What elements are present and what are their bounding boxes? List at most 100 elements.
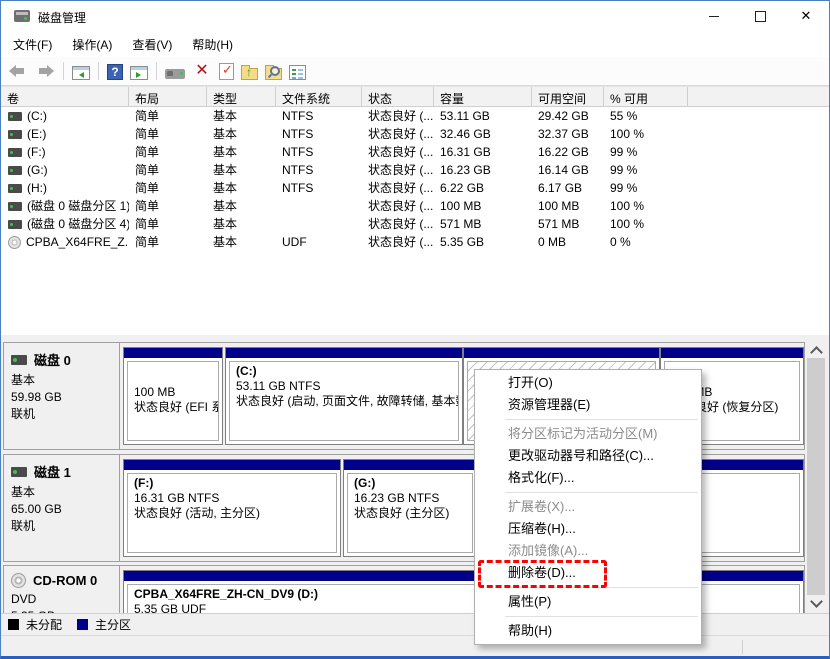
menu-item-properties[interactable]: 属性(P): [475, 591, 701, 613]
column-header-status[interactable]: 状态: [362, 87, 434, 106]
partition-color-band: [124, 460, 340, 470]
column-header-volume[interactable]: 卷: [1, 87, 129, 106]
volume-icon: [8, 202, 22, 211]
legend-bar: 未分配 主分区: [1, 613, 829, 635]
close-button[interactable]: ✕: [783, 1, 829, 31]
partition-c[interactable]: (C:) 53.11 GB NTFS 状态良好 (启动, 页面文件, 故障转储,…: [225, 347, 463, 445]
menu-item-shrink-volume[interactable]: 压缩卷(H)...: [475, 518, 701, 540]
column-header-capacity[interactable]: 容量: [434, 87, 532, 106]
menu-item-help[interactable]: 帮助(H): [475, 620, 701, 642]
toolbar-separator: [156, 62, 157, 80]
legend-primary-swatch: [77, 619, 88, 630]
partition-color-band: [344, 460, 476, 470]
app-drive-icon: [14, 10, 30, 22]
menu-help[interactable]: 帮助(H): [182, 31, 243, 58]
cd-icon: [11, 573, 26, 588]
maximize-icon: [755, 11, 766, 22]
partition-color-band: [124, 348, 222, 358]
table-row[interactable]: (C:) 简单 基本 NTFS 状态良好 (... 53.11 GB 29.42…: [1, 107, 829, 125]
partition-color-band: [226, 348, 462, 358]
table-row[interactable]: (磁盘 0 磁盘分区 1) 简单 基本 状态良好 (... 100 MB 100…: [1, 197, 829, 215]
toolbar-separator: [98, 62, 99, 80]
menu-separator: [505, 492, 698, 493]
check-document-icon[interactable]: ✓: [219, 63, 234, 80]
table-row[interactable]: (磁盘 0 磁盘分区 4) 简单 基本 状态良好 (... 571 MB 571…: [1, 215, 829, 233]
explore-folder-icon[interactable]: [265, 68, 282, 80]
volume-icon: [8, 166, 22, 175]
magnifier-icon: [270, 66, 280, 76]
help-icon[interactable]: ?: [107, 64, 123, 80]
legend-unallocated-label: 未分配: [26, 616, 62, 633]
table-row[interactable]: (E:) 简单 基本 NTFS 状态良好 (... 32.46 GB 32.37…: [1, 125, 829, 143]
disk0-label[interactable]: 磁盘 0 基本 59.98 GB 联机: [4, 343, 120, 449]
graph-scrollbar[interactable]: [805, 341, 827, 611]
scroll-up-icon[interactable]: [805, 341, 827, 358]
disk1-label[interactable]: 磁盘 1 基本 65.00 GB 联机: [4, 455, 120, 561]
menu-item-format[interactable]: 格式化(F)...: [475, 467, 701, 489]
table-row[interactable]: (G:) 简单 基本 NTFS 状态良好 (... 16.23 GB 16.14…: [1, 161, 829, 179]
partition-color-band: [464, 348, 659, 358]
legend-unallocated-swatch: [8, 619, 19, 630]
scroll-down-icon[interactable]: [805, 594, 827, 611]
menu-item-change-letter[interactable]: 更改驱动器号和路径(C)...: [475, 445, 701, 467]
table-row[interactable]: CPBA_X64FRE_Z... 简单 基本 UDF 状态良好 (... 5.3…: [1, 233, 829, 251]
toolbar: ? ✕ ✓ ↑: [1, 57, 829, 86]
disc-icon: [8, 236, 21, 249]
menu-file[interactable]: 文件(F): [3, 31, 62, 58]
table-row[interactable]: (F:) 简单 基本 NTFS 状态良好 (... 16.31 GB 16.22…: [1, 143, 829, 161]
checklist-icon[interactable]: [289, 65, 306, 80]
cdrom-label[interactable]: CD-ROM 0 DVD 5.35 GB: [4, 566, 120, 613]
scrollbar-thumb[interactable]: [807, 358, 825, 595]
menu-separator: [505, 616, 698, 617]
column-header-percent-free[interactable]: % 可用: [604, 87, 688, 106]
action-pane-toggle-icon[interactable]: [130, 66, 148, 80]
disk-icon: [11, 467, 27, 477]
back-icon[interactable]: [8, 61, 28, 81]
table-row[interactable]: (H:) 简单 基本 NTFS 状态良好 (... 6.22 GB 6.17 G…: [1, 179, 829, 197]
context-menu: 打开(O) 资源管理器(E) 将分区标记为活动分区(M) 更改驱动器号和路径(C…: [474, 369, 702, 645]
maximize-button[interactable]: [737, 1, 783, 31]
menu-item-explorer[interactable]: 资源管理器(E): [475, 394, 701, 416]
menu-action[interactable]: 操作(A): [62, 31, 122, 58]
menu-item-mark-active: 将分区标记为活动分区(M): [475, 423, 701, 445]
disk-management-window: 磁盘管理 ✕ 文件(F) 操作(A) 查看(V) 帮助(H) ? ✕ ✓ ↑ 卷…: [0, 0, 830, 659]
console-tree-toggle-icon[interactable]: [72, 66, 90, 80]
column-header-filler: [688, 87, 829, 106]
status-bar: [1, 635, 829, 658]
open-folder-icon[interactable]: ↑: [241, 68, 258, 80]
volume-icon: [8, 148, 22, 157]
volume-list: 卷 布局 类型 文件系统 状态 容量 可用空间 % 可用 (C:) 简单 基本 …: [1, 86, 829, 335]
partition-efi[interactable]: 100 MB 状态良好 (EFI 系: [123, 347, 223, 445]
menu-item-extend-volume: 扩展卷(X)...: [475, 496, 701, 518]
partition-f[interactable]: (F:) 16.31 GB NTFS 状态良好 (活动, 主分区): [123, 459, 341, 557]
column-header-free-space[interactable]: 可用空间: [532, 87, 604, 106]
menu-item-open[interactable]: 打开(O): [475, 372, 701, 394]
volume-icon: [8, 220, 22, 229]
toolbar-separator: [63, 62, 64, 80]
volume-icon: [8, 112, 22, 121]
minimize-button[interactable]: [691, 1, 737, 31]
menu-separator: [505, 419, 698, 420]
menu-item-add-mirror: 添加镜像(A)...: [475, 540, 701, 562]
menu-bar: 文件(F) 操作(A) 查看(V) 帮助(H): [1, 31, 829, 57]
window-title: 磁盘管理: [38, 9, 86, 26]
column-header-layout[interactable]: 布局: [129, 87, 207, 106]
delete-volume-annotation: [478, 560, 607, 588]
column-header-type[interactable]: 类型: [207, 87, 276, 106]
volume-list-header: 卷 布局 类型 文件系统 状态 容量 可用空间 % 可用: [1, 86, 829, 107]
legend-primary-label: 主分区: [95, 616, 131, 633]
disk-graph-pane: 磁盘 0 基本 59.98 GB 联机 100 MB 状态良好 (EFI 系 (…: [1, 339, 829, 613]
close-icon: ✕: [801, 8, 812, 23]
minimize-icon: [709, 16, 719, 17]
column-header-filesystem[interactable]: 文件系统: [276, 87, 362, 106]
partition-color-band: [661, 348, 803, 358]
delete-volume-icon[interactable]: ✕: [192, 61, 212, 81]
forward-icon[interactable]: [35, 61, 55, 81]
device-properties-icon[interactable]: [165, 69, 185, 79]
volume-icon: [8, 184, 22, 193]
menu-view[interactable]: 查看(V): [122, 31, 182, 58]
disk-icon: [11, 355, 27, 365]
partition-g[interactable]: (G:) 16.23 GB NTFS 状态良好 (主分区): [343, 459, 477, 557]
status-bar-divider: [742, 640, 743, 654]
title-bar: 磁盘管理 ✕: [1, 1, 829, 31]
